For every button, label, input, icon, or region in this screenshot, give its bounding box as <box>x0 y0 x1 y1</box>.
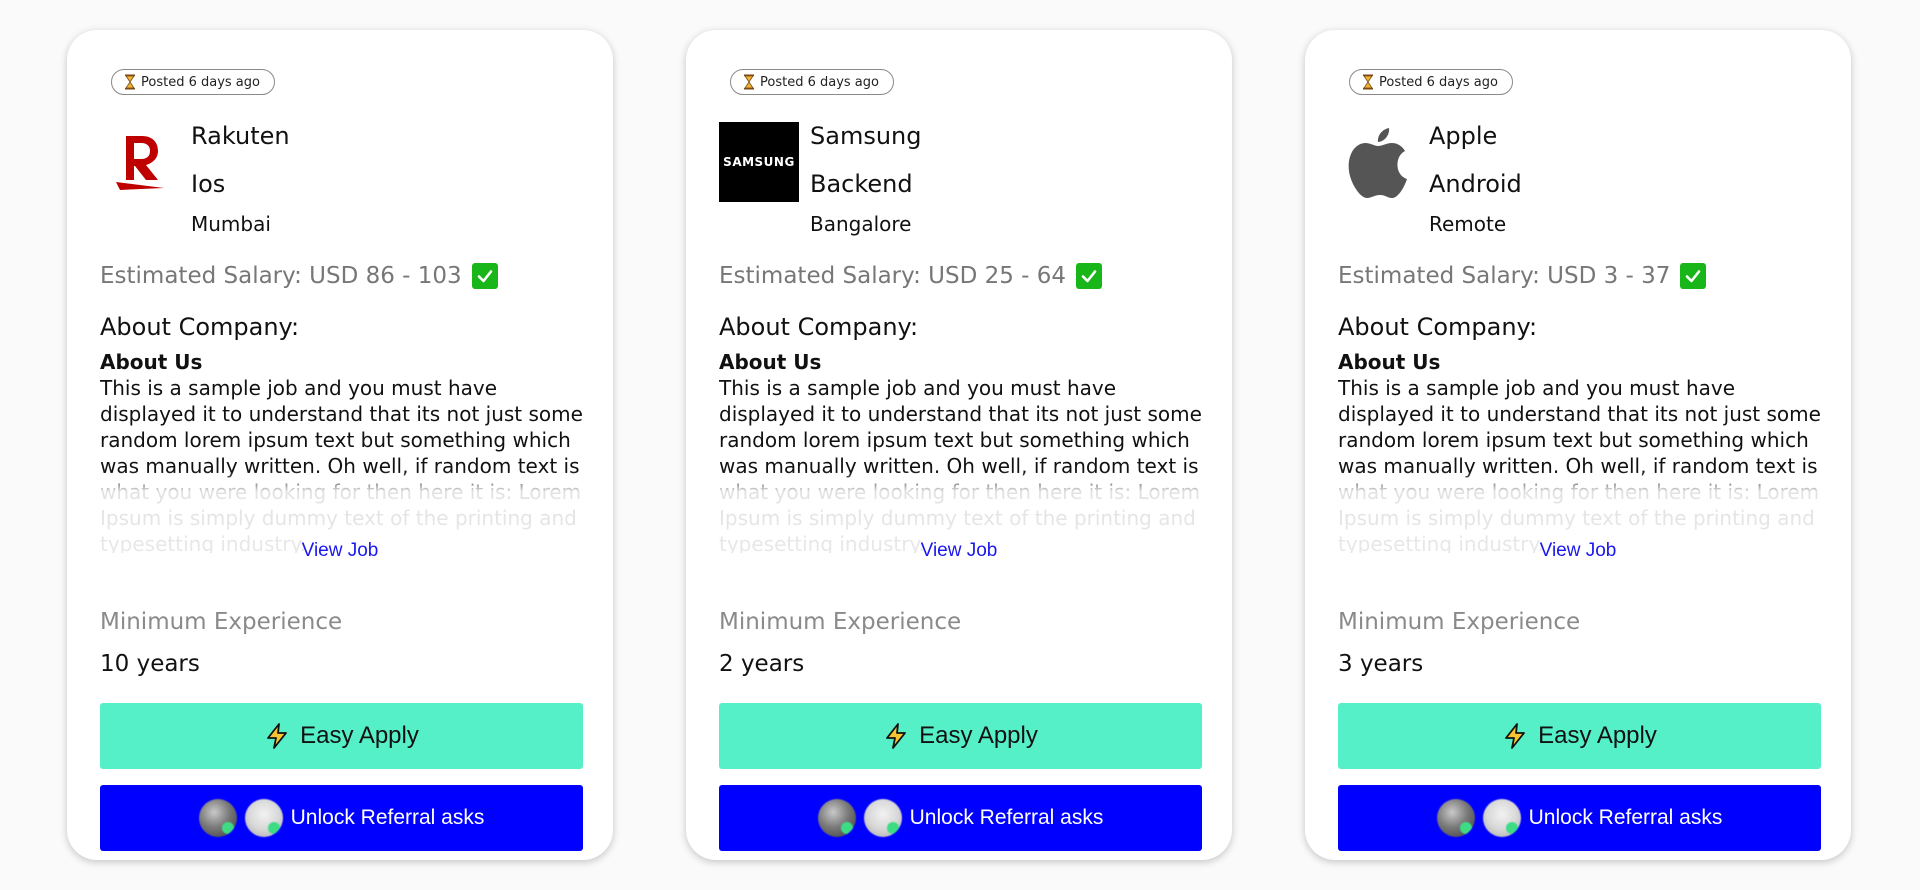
apple-logo <box>1338 122 1418 202</box>
job-role: Ios <box>191 170 226 198</box>
posted-text: Posted 6 days ago <box>1379 74 1498 90</box>
unlock-referral-button[interactable]: Unlock Referral asks <box>1338 785 1821 851</box>
unlock-referral-label: Unlock Referral asks <box>1528 806 1723 829</box>
job-location: Mumbai <box>191 212 271 236</box>
salary-text: Estimated Salary: USD 86 - 103 <box>100 263 462 289</box>
minimum-experience-value: 2 years <box>719 651 805 677</box>
samsung-logo-text: SAMSUNG <box>723 155 795 169</box>
minimum-experience-label: Minimum Experience <box>100 609 343 635</box>
unlock-referral-button[interactable]: Unlock Referral asks <box>719 785 1202 851</box>
referrer-avatars <box>817 799 902 837</box>
avatar <box>863 799 902 837</box>
job-description: This is a sample job and you must have d… <box>100 375 585 553</box>
about-company-heading: About Company: <box>1338 313 1538 341</box>
salary-text: Estimated Salary: USD 3 - 37 <box>1338 263 1671 289</box>
easy-apply-button[interactable]: Easy Apply <box>100 703 583 769</box>
lightning-bolt-icon <box>267 723 288 749</box>
unlock-referral-button[interactable]: Unlock Referral asks <box>100 785 583 851</box>
posted-text: Posted 6 days ago <box>141 74 260 90</box>
easy-apply-label: Easy Apply <box>919 722 1038 749</box>
posted-text: Posted 6 days ago <box>760 74 879 90</box>
lightning-bolt-icon <box>886 723 907 749</box>
view-job-link[interactable]: View Job <box>686 540 1232 562</box>
unlock-referral-label: Unlock Referral asks <box>290 806 485 829</box>
check-mark-icon <box>1076 263 1103 289</box>
minimum-experience-value: 10 years <box>100 651 200 677</box>
company-name: Rakuten <box>191 122 290 150</box>
avatar <box>1436 799 1475 837</box>
avatar <box>198 799 237 837</box>
avatar <box>817 799 856 837</box>
posted-badge: Posted 6 days ago <box>111 69 275 95</box>
lightning-bolt-icon <box>1505 723 1526 749</box>
about-us-subheading: About Us <box>100 350 203 374</box>
easy-apply-button[interactable]: Easy Apply <box>719 703 1202 769</box>
job-cards: Posted 6 days ago Rakuten Ios Mumbai Est… <box>0 0 1920 890</box>
hourglass-icon <box>125 74 135 90</box>
minimum-experience-value: 3 years <box>1338 651 1424 677</box>
estimated-salary: Estimated Salary: USD 86 - 103 <box>100 263 498 289</box>
referrer-avatars <box>1436 799 1521 837</box>
check-mark-icon <box>1680 263 1707 289</box>
referrer-avatars <box>198 799 283 837</box>
easy-apply-label: Easy Apply <box>300 722 419 749</box>
unlock-referral-label: Unlock Referral asks <box>909 806 1104 829</box>
samsung-logo: SAMSUNG <box>719 122 799 202</box>
posted-badge: Posted 6 days ago <box>730 69 894 95</box>
avatar <box>244 799 283 837</box>
job-role: Android <box>1429 170 1522 198</box>
job-card: Posted 6 days ago Rakuten Ios Mumbai Est… <box>67 30 613 860</box>
job-role: Backend <box>810 170 913 198</box>
easy-apply-button[interactable]: Easy Apply <box>1338 703 1821 769</box>
about-us-subheading: About Us <box>719 350 822 374</box>
about-us-subheading: About Us <box>1338 350 1441 374</box>
salary-text: Estimated Salary: USD 25 - 64 <box>719 263 1067 289</box>
about-company-heading: About Company: <box>100 313 300 341</box>
company-name: Samsung <box>810 122 922 150</box>
view-job-link[interactable]: View Job <box>67 540 613 562</box>
company-name: Apple <box>1429 122 1498 150</box>
hourglass-icon <box>744 74 754 90</box>
job-description: This is a sample job and you must have d… <box>1338 375 1823 553</box>
job-card: Posted 6 days ago SAMSUNG Samsung Backen… <box>686 30 1232 860</box>
easy-apply-label: Easy Apply <box>1538 722 1657 749</box>
minimum-experience-label: Minimum Experience <box>1338 609 1581 635</box>
job-location: Remote <box>1429 212 1507 236</box>
about-company-heading: About Company: <box>719 313 919 341</box>
hourglass-icon <box>1363 74 1373 90</box>
check-mark-icon <box>471 263 498 289</box>
job-location: Bangalore <box>810 212 912 236</box>
avatar <box>1482 799 1521 837</box>
minimum-experience-label: Minimum Experience <box>719 609 962 635</box>
view-job-link[interactable]: View Job <box>1305 540 1851 562</box>
rakuten-logo <box>100 122 180 202</box>
job-card: Posted 6 days ago Apple Android Remote E… <box>1305 30 1851 860</box>
job-description: This is a sample job and you must have d… <box>719 375 1204 553</box>
estimated-salary: Estimated Salary: USD 25 - 64 <box>719 263 1103 289</box>
posted-badge: Posted 6 days ago <box>1349 69 1513 95</box>
estimated-salary: Estimated Salary: USD 3 - 37 <box>1338 263 1707 289</box>
